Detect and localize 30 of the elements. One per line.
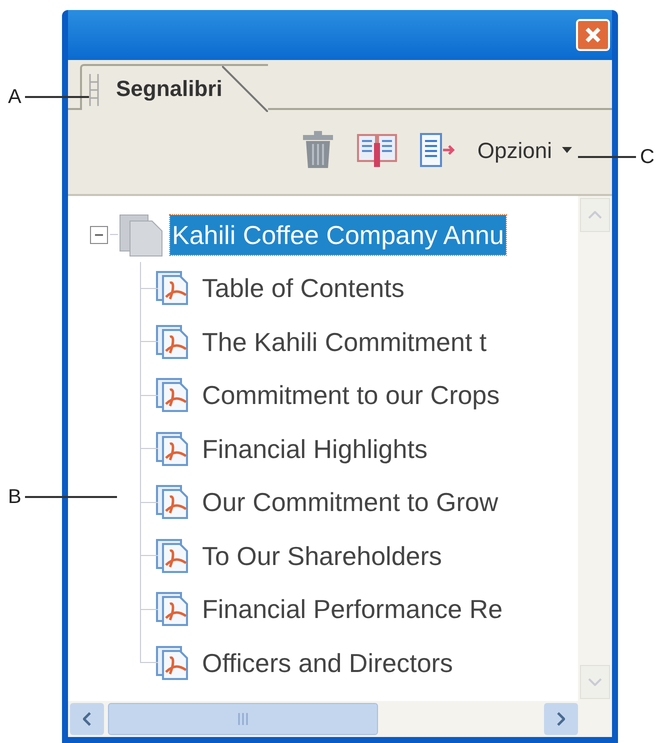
callout-letter: A bbox=[8, 85, 22, 110]
expand-bookmark-icon[interactable] bbox=[357, 133, 398, 167]
close-icon bbox=[584, 26, 602, 44]
caret-icon bbox=[562, 147, 572, 153]
grip-icon bbox=[88, 72, 100, 108]
scroll-right-button[interactable] bbox=[544, 703, 578, 735]
bookmark-item[interactable]: Kahili Coffee Company Annu bbox=[170, 214, 506, 255]
horizontal-scrollbar[interactable] bbox=[68, 701, 612, 737]
new-bookmark-icon[interactable] bbox=[419, 132, 456, 168]
leader-line bbox=[578, 156, 636, 158]
bookmark-item[interactable]: The Kahili Commitment t bbox=[200, 322, 489, 362]
bookmark-item[interactable]: Officers and Directors bbox=[200, 642, 455, 683]
bookmark-item[interactable]: Commitment to our Crops bbox=[200, 375, 502, 416]
bookmark-item[interactable]: To Our Shareholders bbox=[200, 536, 444, 576]
bookmark-item[interactable]: Our Commitment to Grow bbox=[200, 482, 500, 522]
tab-edge-line bbox=[222, 66, 268, 112]
close-button[interactable] bbox=[576, 19, 610, 51]
bookmarks-tab[interactable]: Segnalibri bbox=[80, 64, 268, 110]
trash-icon[interactable] bbox=[301, 131, 336, 169]
callout-letter: B bbox=[8, 485, 22, 510]
bookmark-item[interactable]: Table of Contents bbox=[200, 268, 406, 308]
callout-letter: C bbox=[640, 145, 654, 170]
scroll-thumb[interactable] bbox=[108, 703, 378, 735]
bookmark-item[interactable]: Financial Highlights bbox=[200, 428, 430, 469]
bookmark-item[interactable]: Financial Performance Re bbox=[200, 589, 505, 630]
leader-line bbox=[25, 96, 90, 98]
collapse-toggle[interactable] bbox=[90, 226, 108, 244]
options-menu[interactable]: Opzioni bbox=[477, 134, 572, 166]
scroll-left-button[interactable] bbox=[70, 703, 104, 735]
grip-icon bbox=[237, 713, 249, 725]
